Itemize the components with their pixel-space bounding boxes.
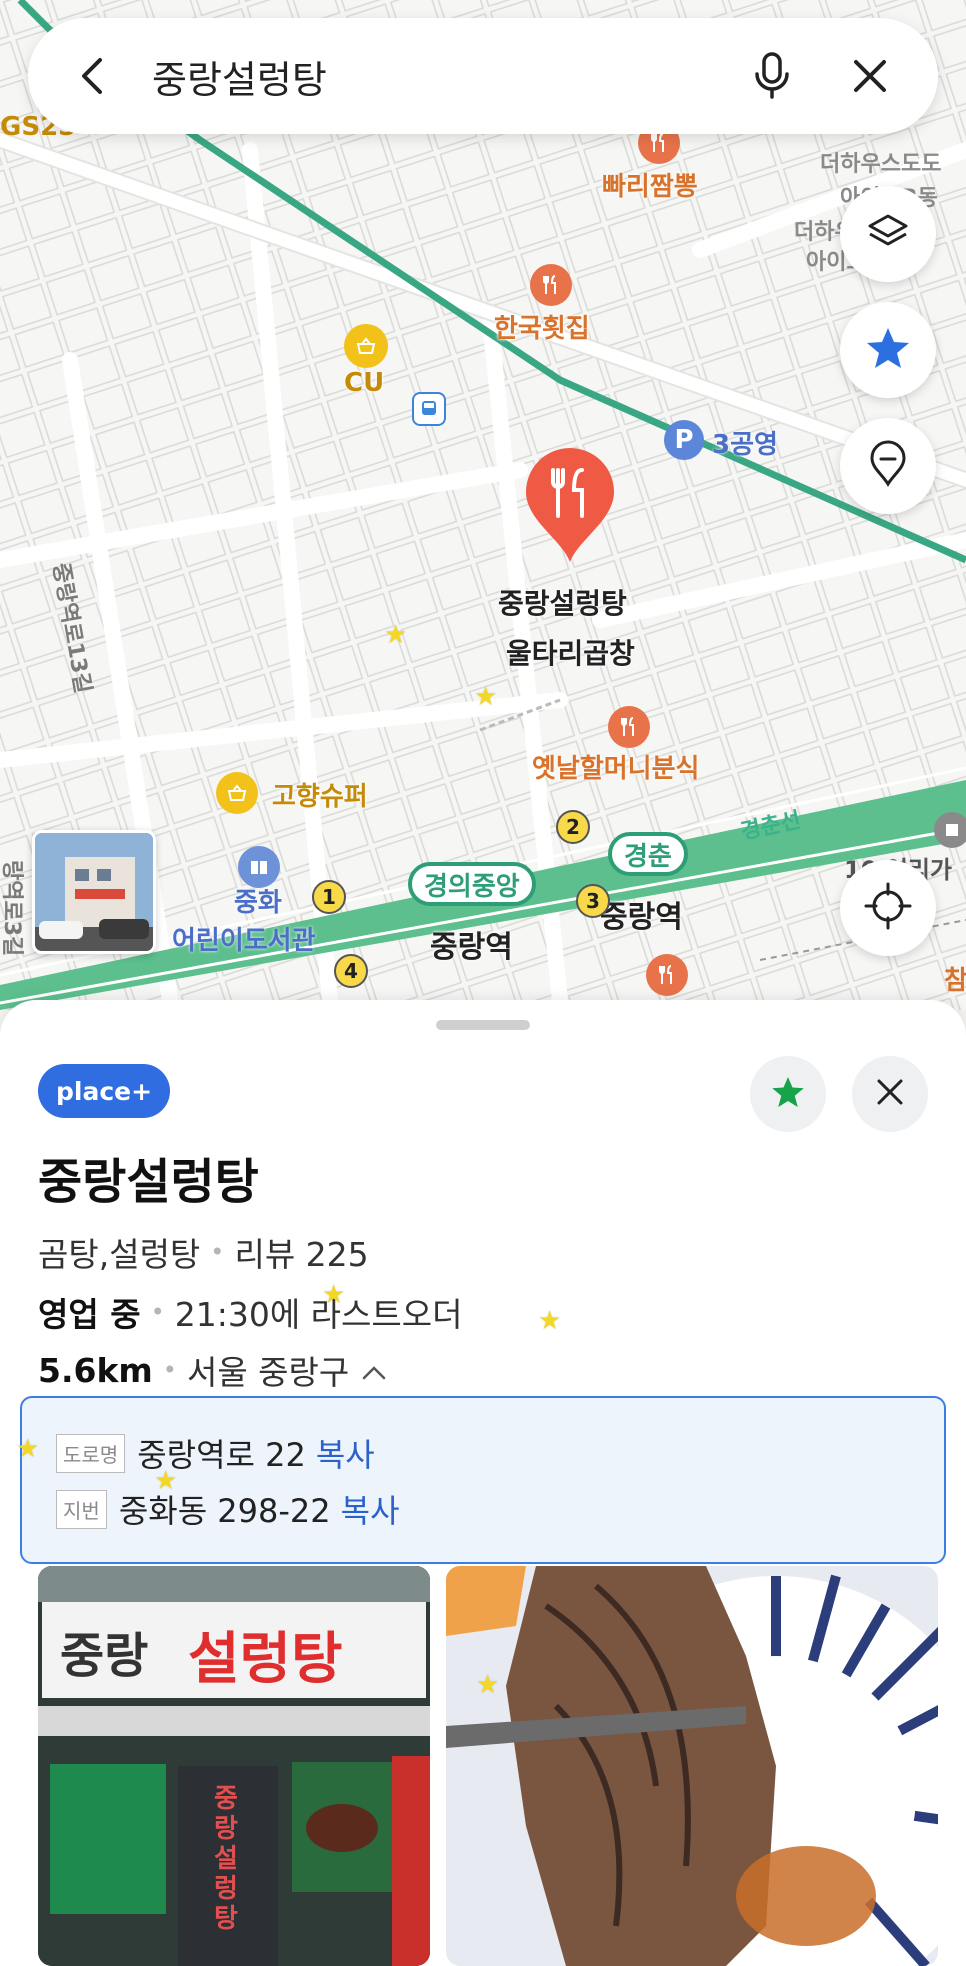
map-view[interactable]: 빠리짬뽕 한국횟집 CU P 3공영 GS25 더하우스도도 아이도B동 더하우… [0, 0, 966, 1010]
favorite-star-icon[interactable]: ★ [474, 682, 497, 712]
close-sheet-button[interactable] [852, 1056, 928, 1132]
poi-gohyang[interactable]: 고향슈퍼 [272, 776, 368, 813]
bus-stop-icon[interactable] [412, 392, 446, 426]
place-title: 중랑설렁탕 [38, 1154, 259, 1210]
layers-icon [866, 210, 910, 258]
favorite-star-icon[interactable]: ★ [322, 1280, 345, 1310]
favorite-star-icon[interactable]: ★ [538, 1306, 561, 1336]
open-status: 영업 중 [38, 1295, 141, 1334]
review-count[interactable]: 리뷰 225 [234, 1228, 368, 1276]
location-line[interactable]: 5.6km • 서울 중랑구 [38, 1346, 387, 1394]
search-bar[interactable]: 중랑설렁탕 [28, 18, 938, 134]
restaurant-icon[interactable] [646, 954, 688, 996]
poi-bbalri[interactable]: 빠리짬뽕 [602, 166, 698, 203]
sign-text-1: 중랑 [60, 1628, 149, 1684]
line-badge-gyeongchun[interactable]: 경춘 [608, 832, 688, 876]
poi-library-line2[interactable]: 어린이도서관 [172, 920, 316, 957]
chevron-up-icon[interactable] [361, 1351, 387, 1390]
street-view-thumbnail[interactable] [32, 830, 156, 954]
crosshair-icon [864, 882, 912, 934]
hours-line[interactable]: 영업 중 • 21:30에 라스트오더 [38, 1288, 463, 1336]
poi-hanguk[interactable]: 한국횟집 [494, 308, 590, 345]
close-icon[interactable] [840, 46, 900, 106]
poi-library[interactable]: 중화 [234, 886, 282, 920]
copy-jibun-address-button[interactable]: 복사 [341, 1486, 400, 1532]
selected-place-pin[interactable] [522, 446, 618, 566]
restaurant-icon[interactable] [530, 264, 572, 306]
last-order-text: 21:30에 라스트오더 [174, 1295, 463, 1334]
road-address-tag: 도로명 [56, 1433, 126, 1473]
road-address-row: 도로명 중랑역로 22 복사 [56, 1430, 375, 1476]
star-icon [770, 1074, 806, 1114]
exit-badge-1[interactable]: 1 [312, 880, 346, 914]
food-image [446, 1566, 938, 1966]
apartment-icon[interactable] [934, 812, 966, 848]
sheet-drag-handle[interactable] [436, 1020, 530, 1030]
poi-cu[interactable]: CU [344, 368, 384, 398]
parking-icon[interactable]: P [664, 420, 704, 460]
copy-road-address-button[interactable]: 복사 [316, 1430, 375, 1476]
line-badge-gyeongui[interactable]: 경의중앙 [408, 862, 536, 906]
poi-yetnal[interactable]: 옛날할머니분식 [532, 748, 699, 785]
library-icon[interactable] [238, 846, 280, 888]
favorite-star-icon[interactable]: ★ [476, 1670, 499, 1700]
jibun-address: 중화동 298-22 [118, 1492, 331, 1530]
poi-deohue-1[interactable]: 더하우스도도 [820, 150, 941, 180]
saved-location-button[interactable] [840, 418, 936, 514]
close-icon [875, 1077, 905, 1111]
place-photo-storefront[interactable]: 중랑 설렁탕 중랑설렁탕 [38, 1566, 430, 1966]
favorites-button[interactable] [840, 302, 936, 398]
favorite-star-icon[interactable]: ★ [384, 620, 407, 650]
layers-button[interactable] [840, 186, 936, 282]
supermarket-icon[interactable] [216, 772, 258, 814]
star-icon [864, 324, 912, 376]
place-detail-sheet[interactable]: place+ 중랑설렁탕 곰탕,설렁탕 • 리뷰 225 영업 중 • 21:3… [0, 1000, 966, 1966]
back-arrow-icon[interactable] [62, 46, 122, 106]
station-label-right[interactable]: 중랑역 [600, 892, 683, 936]
poi-right-edge[interactable]: 참 [944, 960, 966, 997]
category-text: 곰탕,설렁탕 [38, 1235, 201, 1274]
save-favorite-button[interactable] [750, 1056, 826, 1132]
separator-dot: • [150, 1298, 165, 1326]
place-photo-food[interactable] [446, 1566, 938, 1966]
station-label-left[interactable]: 중랑역 [430, 922, 513, 966]
road-label-3gil: 랑역로3길 [0, 860, 24, 957]
favorite-star-icon[interactable]: ★ [16, 1434, 39, 1464]
exit-badge-4[interactable]: 4 [334, 954, 368, 988]
poi-parking[interactable]: 3공영 [712, 424, 778, 461]
favorite-star-icon[interactable]: ★ [154, 1466, 177, 1496]
location-pin-icon [868, 440, 908, 492]
exit-badge-3[interactable]: 3 [576, 884, 610, 918]
convenience-store-icon[interactable] [344, 324, 388, 368]
distance-text: 5.6km [38, 1350, 153, 1390]
microphone-icon[interactable] [742, 46, 802, 106]
jibun-address-row: 지번 중화동 298-22 복사 [56, 1486, 400, 1532]
jibun-address-tag: 지번 [56, 1489, 107, 1529]
sign-text-2: 설렁탕 [188, 1627, 343, 1692]
separator-dot: • [162, 1356, 177, 1384]
region-text: 서울 중랑구 [186, 1353, 350, 1392]
poi-library-line1: 중화 [234, 888, 282, 918]
separator-dot: • [210, 1238, 225, 1266]
vertical-sign-text: 중랑설렁탕 [214, 1784, 238, 1934]
exit-badge-2[interactable]: 2 [556, 810, 590, 844]
search-query-text[interactable]: 중랑설렁탕 [152, 49, 742, 104]
poi-ultari[interactable]: 울타리곱창 [506, 632, 635, 672]
category-line: 곰탕,설렁탕 • 리뷰 225 [38, 1228, 369, 1276]
selected-place-label[interactable]: 중랑설렁탕 [498, 582, 627, 622]
my-location-button[interactable] [840, 860, 936, 956]
restaurant-icon[interactable] [608, 706, 650, 748]
place-plus-badge[interactable]: place+ [38, 1064, 171, 1118]
